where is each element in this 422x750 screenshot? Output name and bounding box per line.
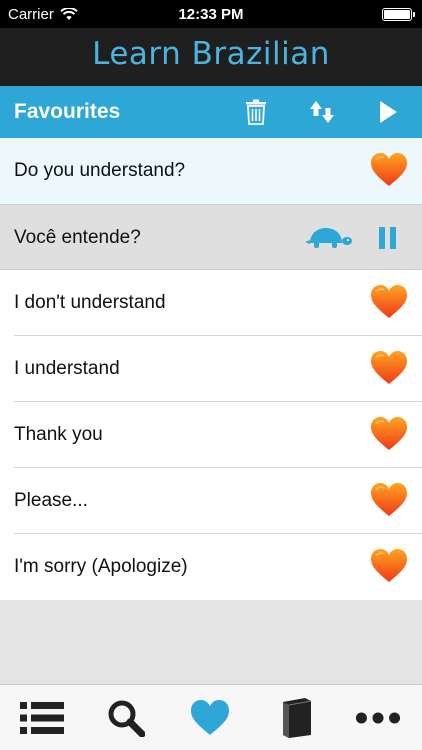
favourites-toolbar: Favourites bbox=[0, 86, 422, 138]
heart-icon[interactable] bbox=[370, 482, 408, 518]
navigation-bar: Learn Brazilian bbox=[0, 28, 422, 86]
phrase-row[interactable]: I understand bbox=[0, 336, 422, 402]
heart-icon[interactable] bbox=[370, 284, 408, 320]
list-icon bbox=[20, 702, 64, 734]
status-bar: Carrier 12:33 PM bbox=[0, 0, 422, 28]
delete-button[interactable] bbox=[240, 96, 272, 128]
app-title: Learn Brazilian bbox=[92, 36, 330, 72]
phrase-text: Thank you bbox=[14, 424, 103, 445]
search-icon bbox=[108, 700, 145, 737]
play-button[interactable] bbox=[372, 96, 404, 128]
pause-icon bbox=[379, 227, 396, 249]
trash-icon bbox=[246, 99, 266, 125]
tab-search[interactable] bbox=[103, 697, 149, 739]
book-icon bbox=[283, 698, 312, 738]
phrase-text: I understand bbox=[14, 358, 120, 379]
heart-icon[interactable] bbox=[370, 416, 408, 452]
phrase-row[interactable]: I don't understand bbox=[0, 270, 422, 336]
phrase-text: I don't understand bbox=[14, 292, 166, 313]
tab-list[interactable] bbox=[19, 697, 65, 739]
reorder-button[interactable] bbox=[306, 96, 338, 128]
phrase-row-selected[interactable]: Do you understand? bbox=[0, 138, 422, 204]
tab-phrasebook[interactable] bbox=[273, 697, 319, 739]
phrase-row[interactable]: Thank you bbox=[0, 402, 422, 468]
translation-row: Você entende? bbox=[0, 204, 422, 270]
translation-text: Você entende? bbox=[14, 227, 141, 248]
pause-button[interactable] bbox=[378, 227, 398, 254]
more-icon bbox=[355, 712, 401, 724]
play-icon bbox=[380, 101, 397, 123]
tab-more[interactable] bbox=[355, 697, 401, 739]
heart-icon[interactable] bbox=[370, 152, 408, 188]
toolbar-title: Favourites bbox=[14, 100, 121, 123]
phrase-text: Please... bbox=[14, 490, 88, 511]
phrase-text: Do you understand? bbox=[14, 160, 186, 181]
battery-icon bbox=[382, 8, 415, 21]
turtle-icon bbox=[305, 228, 352, 248]
heart-icon bbox=[191, 700, 229, 735]
tab-favourites[interactable] bbox=[187, 697, 233, 739]
phrase-row[interactable]: Please... bbox=[0, 468, 422, 534]
phrase-text: I'm sorry (Apologize) bbox=[14, 556, 188, 577]
phrase-list: Do you understand? Você entende? I don't… bbox=[0, 138, 422, 600]
phrase-row[interactable]: I'm sorry (Apologize) bbox=[0, 534, 422, 600]
slow-playback-button[interactable] bbox=[304, 227, 352, 254]
tab-bar bbox=[0, 684, 422, 750]
sort-arrows-icon bbox=[310, 101, 334, 123]
heart-icon[interactable] bbox=[370, 350, 408, 386]
heart-icon[interactable] bbox=[370, 548, 408, 584]
status-time: 12:33 PM bbox=[178, 6, 244, 23]
